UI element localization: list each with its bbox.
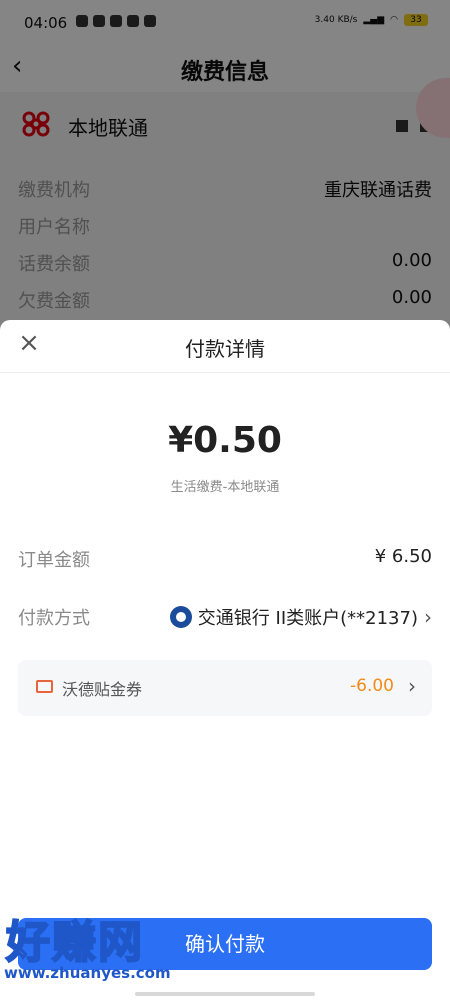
chevron-right-icon: ›	[424, 605, 432, 629]
payment-method-value: 交通银行 II类账户(**2137)	[197, 608, 418, 629]
watermark-url: www.zhuanyes.com	[4, 964, 171, 982]
chevron-right-icon: ›	[408, 674, 416, 698]
payment-method-selector[interactable]: 交通银行 II类账户(**2137) ›	[169, 604, 432, 630]
modal-overlay[interactable]	[0, 0, 450, 330]
payment-method-row[interactable]: 付款方式 交通银行 II类账户(**2137) ›	[18, 600, 432, 634]
payment-sheet: × 付款详情 ¥0.50 生活缴费-本地联通 订单金额 ¥ 6.50 付款方式 …	[0, 320, 450, 1000]
order-amount-label: 订单金额	[18, 550, 90, 571]
payment-method-label: 付款方式	[18, 608, 90, 629]
order-amount-value: ¥ 6.50	[374, 546, 432, 567]
coupon-label: 沃德贴金券	[62, 680, 143, 699]
payment-description: 生活缴费-本地联通	[170, 480, 280, 495]
bank-icon	[169, 606, 192, 628]
watermark-text: 好赚网	[5, 916, 144, 969]
payment-amount: ¥0.50	[168, 420, 282, 461]
home-indicator[interactable]	[135, 992, 315, 996]
coupon-value: -6.00	[350, 676, 394, 696]
coupon-row[interactable]: 沃德贴金券 -6.00 ›	[18, 660, 432, 716]
sheet-header: × 付款详情	[0, 320, 450, 373]
coupon-icon	[36, 680, 53, 693]
sheet-title: 付款详情	[185, 337, 265, 361]
order-amount-row: 订单金额 ¥ 6.50	[18, 542, 432, 576]
watermark-logo: 好赚网 www.zhuanyes.com	[2, 900, 192, 990]
